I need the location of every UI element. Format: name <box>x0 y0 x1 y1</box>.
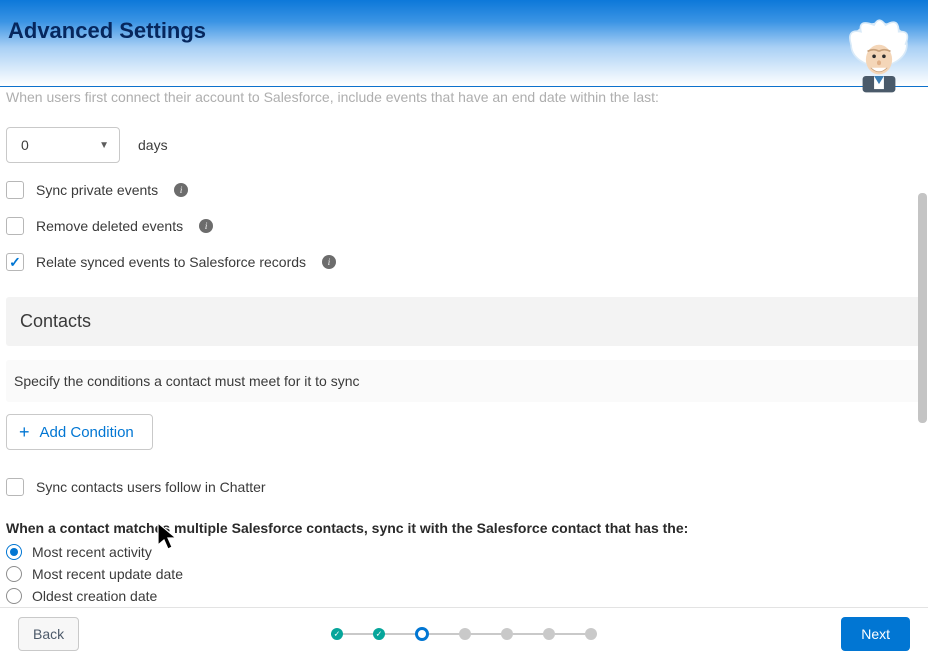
sync-private-row: Sync private events i <box>6 181 922 199</box>
match-option-oldest-creation: Oldest creation date <box>6 588 922 604</box>
plus-icon: + <box>19 423 30 441</box>
relate-synced-row: Relate synced events to Salesforce recor… <box>6 253 922 271</box>
radio-oldest-creation[interactable] <box>6 588 22 604</box>
relate-synced-label: Relate synced events to Salesforce recor… <box>36 254 306 270</box>
remove-deleted-checkbox[interactable] <box>6 217 24 235</box>
match-radio-group: Most recent activity Most recent update … <box>6 544 922 604</box>
step-4 <box>459 628 471 640</box>
info-icon[interactable]: i <box>199 219 213 233</box>
step-line <box>429 633 459 635</box>
scrollbar[interactable] <box>918 88 927 603</box>
add-condition-label: Add Condition <box>40 424 134 441</box>
contacts-section-header: Contacts <box>6 297 922 346</box>
step-line <box>471 633 501 635</box>
content-area: When users first connect their account t… <box>0 87 928 607</box>
step-2 <box>373 628 385 640</box>
radio-recent-activity[interactable] <box>6 544 22 560</box>
back-button[interactable]: Back <box>18 617 79 651</box>
progress-stepper <box>331 627 597 641</box>
einstein-mascot-icon <box>838 10 920 96</box>
next-button[interactable]: Next <box>841 617 910 651</box>
sync-private-checkbox[interactable] <box>6 181 24 199</box>
step-line <box>343 633 373 635</box>
step-line <box>555 633 585 635</box>
events-helper-text: When users first connect their account t… <box>6 89 922 105</box>
remove-deleted-row: Remove deleted events i <box>6 217 922 235</box>
remove-deleted-label: Remove deleted events <box>36 218 183 234</box>
step-line <box>385 633 415 635</box>
relate-synced-checkbox[interactable] <box>6 253 24 271</box>
info-icon[interactable]: i <box>322 255 336 269</box>
radio-label: Most recent update date <box>32 566 183 582</box>
match-option-recent-update: Most recent update date <box>6 566 922 582</box>
step-5 <box>501 628 513 640</box>
sync-private-label: Sync private events <box>36 182 158 198</box>
match-option-recent-activity: Most recent activity <box>6 544 922 560</box>
modal-header: Advanced Settings <box>0 0 928 87</box>
modal-footer: Back Next <box>0 607 928 660</box>
days-row: 0 ▼ days <box>6 127 922 163</box>
days-dropdown[interactable]: 0 ▼ <box>6 127 120 163</box>
days-value: 0 <box>21 137 29 153</box>
radio-label: Most recent activity <box>32 544 152 560</box>
days-unit-label: days <box>138 137 168 153</box>
page-title: Advanced Settings <box>8 18 928 44</box>
chevron-down-icon: ▼ <box>99 140 109 151</box>
step-line <box>513 633 543 635</box>
sync-chatter-label: Sync contacts users follow in Chatter <box>36 479 266 495</box>
step-1 <box>331 628 343 640</box>
sync-chatter-row: Sync contacts users follow in Chatter <box>6 478 922 496</box>
step-6 <box>543 628 555 640</box>
radio-label: Oldest creation date <box>32 588 157 604</box>
step-7 <box>585 628 597 640</box>
contacts-instructions: Specify the conditions a contact must me… <box>6 360 922 402</box>
info-icon[interactable]: i <box>174 183 188 197</box>
step-3-current <box>415 627 429 641</box>
radio-recent-update[interactable] <box>6 566 22 582</box>
sync-chatter-checkbox[interactable] <box>6 478 24 496</box>
scroll-thumb[interactable] <box>918 193 927 423</box>
add-condition-button[interactable]: + Add Condition <box>6 414 153 450</box>
match-heading: When a contact matches multiple Salesfor… <box>6 520 922 536</box>
